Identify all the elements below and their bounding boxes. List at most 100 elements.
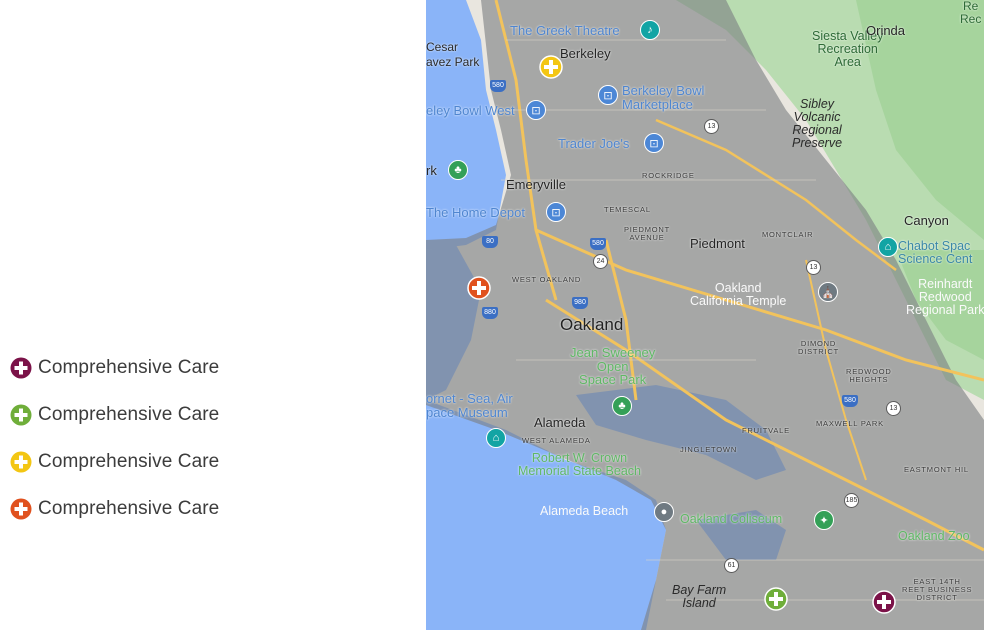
area-re: Re Rec [960,0,981,25]
museum-icon[interactable]: ⌂ [486,428,506,448]
care-location-marker-green[interactable] [764,587,788,611]
poi-hornet-line1: ornet - Sea, Air [426,391,513,406]
area-jean-sweeney: Jean Sweeney Open Space Park [570,346,655,387]
place-pin-icon[interactable]: ● [654,502,674,522]
legend-item[interactable]: Comprehensive Care [10,451,219,473]
legend-item[interactable]: Comprehensive Care [10,498,219,520]
shopping-icon[interactable]: ⊡ [644,133,664,153]
plus-circle-icon [10,451,32,473]
hood-fruitvale: FRUITVALE [742,426,790,435]
hood-redwood-heights: REDWOOD HEIGHTS [846,368,892,384]
area-crown-beach: Robert W. Crown Memorial State Beach [518,451,641,478]
plus-circle-icon [10,357,32,379]
poi-alameda-beach[interactable]: Alameda Beach [540,504,628,518]
poi-berkeley-bowl-line2: Marketplace [622,96,693,112]
museum-icon[interactable]: ⌂ [878,237,898,257]
area-re-line1: Re [963,0,979,13]
hood-piedmont-avenue: PIEDMONT AVENUE [624,226,670,242]
poi-oakland-coliseum[interactable]: Oakland Coliseum [680,512,782,526]
hood-montclair: MONTCLAIR [762,230,814,239]
area-sibley-line4: Preserve [792,136,843,151]
highway-shield: 880 [482,307,498,319]
hood-dimond-line2: DISTRICT [798,346,839,356]
area-jean-sweeney-line3: Space Park [579,372,647,388]
area-siesta-line3: Area [834,55,861,70]
area-jean-sweeney-line1: Jean Sweeney [570,345,656,360]
hood-dimond-district: DIMOND DISTRICT [798,340,839,356]
shopping-icon[interactable]: ⊡ [598,85,618,105]
route-marker: 13 [806,260,821,275]
poi-berkeley-bowl-west[interactable]: eley Bowl West [426,104,515,118]
area-sibley: Sibley Volcanic Regional Preserve [792,97,843,151]
park-icon[interactable]: ♣ [448,160,468,180]
highway-shield: 580 [590,238,606,250]
label-canyon: Canyon [904,213,949,228]
route-marker: 61 [724,558,739,573]
hood-west-oakland: WEST OAKLAND [512,275,582,284]
hood-maxwell-park: MAXWELL PARK [816,419,884,428]
hood-redwood-heights-line2: HEIGHTS [849,374,889,384]
route-marker: 13 [704,119,719,134]
label-cesar: Cesar [426,40,459,54]
hood-temescal: TEMESCAL [604,205,651,214]
legend-label: Comprehensive Care [38,498,220,519]
highway-shield: 580 [842,395,858,407]
poi-chabot-line2: Science Cent [898,252,973,267]
hood-west-alameda: WEST ALAMEDA [522,436,591,445]
area-bay-farm-line2: Island [682,596,716,611]
map-legend: Comprehensive Care Comprehensive Care Co… [10,357,219,520]
stadium-icon[interactable]: ✦ [814,510,834,530]
city-alameda: Alameda [534,415,586,430]
map-view[interactable]: The Greek Theatre ♪ Berkeley Cesar avez … [426,0,984,630]
hood-eastmont: EASTMONT HIL [904,465,969,474]
poi-chabot[interactable]: Chabot Spac Science Cent [898,239,973,267]
poi-berkeley-bowl[interactable]: Berkeley Bowl Marketplace [622,84,704,111]
care-location-marker-purple[interactable] [872,590,896,614]
legend-item[interactable]: Comprehensive Care [10,404,219,426]
city-emeryville: Emeryville [506,177,566,192]
poi-oakland-temple-line2: California Temple [690,294,787,309]
poi-oakland-temple[interactable]: Oakland California Temple [690,281,787,309]
legend-item[interactable]: Comprehensive Care [10,357,219,379]
hood-jingletown: JINGLETOWN [680,445,738,454]
legend-label: Comprehensive Care [38,404,220,425]
poi-oakland-zoo[interactable]: Oakland Zoo [898,529,970,543]
highway-shield: 80 [482,236,498,248]
poi-hornet-museum[interactable]: ornet - Sea, Air pace Museum [426,392,513,419]
poi-home-depot[interactable]: The Home Depot [426,206,525,220]
route-marker: 13 [886,401,901,416]
highway-shield: 980 [572,297,588,309]
shopping-icon[interactable]: ⊡ [526,100,546,120]
label-avez-park: avez Park [426,55,480,69]
plus-circle-icon [10,404,32,426]
poi-hornet-line2: pace Museum [426,404,508,420]
legend-label: Comprehensive Care [38,357,220,378]
highway-shield: 580 [490,80,506,92]
plus-circle-icon [10,498,32,520]
care-location-marker-yellow[interactable] [539,55,563,79]
shopping-icon[interactable]: ⊡ [546,202,566,222]
care-location-marker-orange[interactable] [467,276,491,300]
poi-greek-theatre[interactable]: The Greek Theatre [510,24,620,38]
route-marker: 185 [844,493,859,508]
label-rk: rk [426,163,437,178]
city-oakland: Oakland [560,315,624,334]
area-reinhardt: Reinhardt Redwood Regional Park [906,277,984,318]
route-marker: 24 [593,254,608,269]
area-jean-sweeney-line2: Open [596,358,629,374]
temple-icon[interactable]: ⛪ [818,282,838,302]
legend-label: Comprehensive Care [38,451,220,472]
hood-piedmont-avenue-line2: AVENUE [629,232,665,242]
area-bay-farm-island: Bay Farm Island [672,583,726,611]
park-icon[interactable]: ♣ [612,396,632,416]
hood-rockridge: ROCKRIDGE [642,171,695,180]
area-reinhardt-line3: Regional Park [906,303,984,318]
city-berkeley: Berkeley [560,46,611,61]
poi-berkeley-bowl-line1: Berkeley Bowl [622,83,705,98]
theatre-icon[interactable]: ♪ [640,20,660,40]
poi-trader-joes[interactable]: Trader Joe's [558,137,629,151]
hood-east-14th: EAST 14TH REET BUSINESS DISTRICT [902,578,972,602]
hood-east14-line3: DISTRICT [916,592,958,602]
city-piedmont: Piedmont [690,236,745,251]
area-re-line2: Rec [960,11,982,26]
